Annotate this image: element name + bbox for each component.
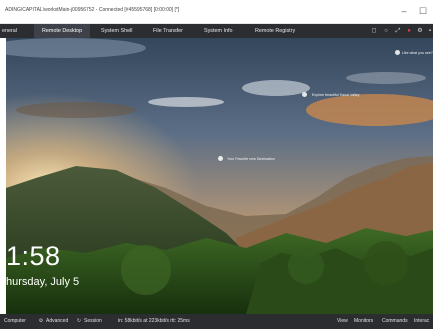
session-icon: ↻ — [76, 318, 82, 324]
fullscreen-icon[interactable]: ⤢ — [394, 27, 402, 35]
main-tab-bar: eneral Remote Desktop System Shell File … — [0, 24, 433, 38]
interaction-menu[interactable]: Interac — [414, 314, 429, 329]
advanced-menu[interactable]: Advanced — [46, 314, 68, 329]
session-menu[interactable]: Session — [84, 314, 102, 329]
monitors-menu[interactable]: Monitors — [354, 314, 373, 329]
tab-system-info[interactable]: System Info — [204, 24, 232, 38]
computer-menu[interactable]: Computer — [4, 314, 26, 329]
more-icon[interactable]: ▪ — [426, 27, 433, 35]
minimize-button[interactable]: – — [397, 4, 411, 18]
hint-marker-icon — [395, 50, 400, 55]
hint-marker-icon — [218, 156, 223, 161]
remote-desktop-view[interactable]: Like what you see? Explore beautiful Kau… — [6, 38, 433, 314]
pin-icon[interactable]: ○ — [382, 27, 390, 35]
tab-file-transfer[interactable]: File Transfer — [153, 24, 183, 38]
status-bar: Computer ⚙ Advanced ↻ Session in: 58kbit… — [0, 314, 433, 329]
tab-remote-desktop[interactable]: Remote Desktop — [34, 24, 91, 38]
settings-icon[interactable]: ⚙ — [416, 27, 424, 35]
hint-marker-icon — [302, 92, 307, 97]
hint-like-what-you-see[interactable]: Like what you see? — [402, 51, 433, 55]
hint-kauai-valley[interactable]: Explore beautiful Kauai Valley — [312, 93, 359, 97]
tab-remote-registry[interactable]: Remote Registry — [255, 24, 295, 38]
window-title: ADING\CAPITAL\workstMain-j00956752 - Con… — [5, 7, 180, 13]
lockscreen-time: 1:58 — [6, 241, 61, 271]
lockscreen-wallpaper — [6, 38, 433, 314]
record-icon[interactable]: ● — [405, 27, 413, 35]
tab-system-shell[interactable]: System Shell — [101, 24, 132, 38]
connection-stats: in: 58kbit/s at 223kbit/s rtt: 25ms — [118, 318, 190, 324]
advanced-icon: ⚙ — [38, 318, 44, 324]
tab-general[interactable]: eneral — [2, 24, 17, 38]
chat-icon[interactable]: ◻ — [370, 27, 378, 35]
window-title-bar: ADING\CAPITAL\workstMain-j00956752 - Con… — [0, 0, 433, 24]
view-menu[interactable]: View — [337, 314, 348, 329]
maximize-button[interactable]: ☐ — [416, 4, 430, 18]
lockscreen-date: hursday, July 5 — [6, 276, 80, 288]
hint-favorite-destination[interactable]: Your Favorite new Destination — [227, 157, 275, 161]
commands-menu[interactable]: Commands — [382, 314, 408, 329]
